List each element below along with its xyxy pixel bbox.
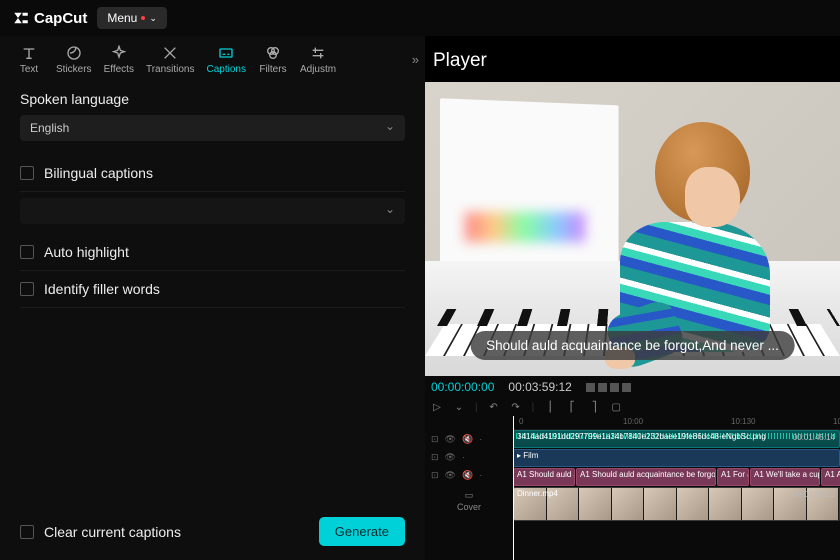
spoken-language-label: Spoken language: [20, 91, 405, 107]
titlebar: CapCut Menu ⌄: [0, 0, 840, 36]
app-logo: CapCut: [12, 9, 87, 27]
bilingual-option: Bilingual captions: [20, 155, 405, 192]
auto-highlight-option: Auto highlight: [20, 234, 405, 271]
delete-icon[interactable]: ▢: [610, 401, 622, 413]
track-headers: ⊡👁🔇· ⊡👁· ⊡👁🔇· ▭ Cover: [425, 416, 513, 560]
redo-icon[interactable]: ↷: [510, 401, 522, 413]
time-ruler[interactable]: 0 10:00 10:130 100:20: [513, 416, 840, 430]
filters-icon: [264, 44, 282, 62]
view-grid-icon[interactable]: [586, 383, 631, 392]
track-cover[interactable]: ▭ Cover: [425, 484, 513, 518]
filler-words-checkbox[interactable]: [20, 282, 34, 296]
tab-adjustment[interactable]: Adjustm: [294, 42, 342, 77]
time-current: 00:00:00:00: [431, 380, 494, 394]
track-caption-controls[interactable]: ⊡👁🔇·: [425, 466, 513, 484]
tabs-overflow-icon[interactable]: »: [412, 52, 419, 67]
caption-clip[interactable]: A1 Should auld acquai: [513, 468, 575, 486]
video-clip[interactable]: Dinner.mp4 00:03:59:12: [513, 487, 840, 521]
pointer-tool-icon[interactable]: ▷: [431, 401, 443, 413]
cover-icon: ▭: [465, 490, 474, 501]
tab-filters[interactable]: Filters: [252, 42, 294, 77]
clear-captions-checkbox[interactable]: [20, 525, 34, 539]
right-panel: Player Should auld acquai: [425, 36, 840, 560]
bilingual-language-select[interactable]: [20, 198, 405, 224]
track-audio-controls[interactable]: ⊡👁🔇·: [425, 430, 513, 448]
split-icon[interactable]: ⎮: [544, 401, 556, 413]
time-duration: 00:03:59:12: [508, 380, 571, 394]
adjustment-icon: [309, 44, 327, 62]
captions-icon: [217, 44, 235, 62]
captions-panel: Spoken language English Bilingual captio…: [0, 81, 425, 560]
bilingual-checkbox[interactable]: [20, 166, 34, 180]
timeline: 00:00:00:00 00:03:59:12 ▷ ⌄ | ↶ ↷ | ⎮ ⎡ …: [425, 376, 840, 560]
transitions-icon: [161, 44, 179, 62]
caption-clip[interactable]: A1 Should auld acquaintance be forgot,An…: [576, 468, 716, 486]
audio-track[interactable]: 3414ad4191dd297799e1a34b7840e232baee19fe…: [513, 430, 840, 448]
clear-captions-label: Clear current captions: [44, 524, 181, 540]
trim-left-icon[interactable]: ⎡: [566, 401, 578, 413]
effects-icon: [110, 44, 128, 62]
auto-highlight-label: Auto highlight: [44, 244, 129, 260]
tab-text[interactable]: Text: [8, 42, 50, 77]
timeline-tracks[interactable]: 0 10:00 10:130 100:20 3414ad4191dd297799…: [513, 416, 840, 560]
tab-stickers[interactable]: Stickers: [50, 42, 98, 77]
capcut-logo-icon: [12, 9, 30, 27]
filler-words-label: Identify filler words: [44, 281, 160, 297]
video-preview[interactable]: Should auld acquaintance be forgot,And n…: [425, 82, 840, 376]
menu-dot-icon: [141, 16, 145, 20]
caption-clip[interactable]: A1 And he: [821, 468, 840, 486]
bilingual-label: Bilingual captions: [44, 165, 153, 181]
preview-caption: Should auld acquaintance be forgot,And n…: [470, 331, 795, 360]
generate-button[interactable]: Generate: [319, 517, 405, 546]
left-panel: Text Stickers Effects Transitions Captio…: [0, 36, 425, 560]
video-track[interactable]: Dinner.mp4 00:03:59:12: [513, 487, 840, 521]
playhead[interactable]: [513, 416, 514, 560]
chevron-down-icon: ⌄: [149, 13, 157, 24]
eye-icon: 👁: [445, 434, 456, 445]
caption-clip[interactable]: A1 We'll take a cup of: [750, 468, 820, 486]
tool-tabs: Text Stickers Effects Transitions Captio…: [0, 36, 425, 81]
tab-transitions[interactable]: Transitions: [140, 42, 201, 77]
track-fx-controls[interactable]: ⊡👁·: [425, 448, 513, 466]
audio-clip[interactable]: 3414ad4191dd297799e1a34b7840e232baee19fe…: [513, 430, 840, 448]
auto-highlight-checkbox[interactable]: [20, 245, 34, 259]
menu-button[interactable]: Menu ⌄: [97, 7, 167, 29]
tab-captions[interactable]: Captions: [201, 42, 252, 77]
trim-right-icon[interactable]: ⎤: [588, 401, 600, 413]
filler-words-option: Identify filler words: [20, 271, 405, 308]
timeline-toolbar: ▷ ⌄ | ↶ ↷ | ⎮ ⎡ ⎤ ▢: [425, 398, 840, 416]
mute-icon: 🔇: [462, 434, 473, 445]
brand-name: CapCut: [34, 10, 87, 27]
chevron-down-icon[interactable]: ⌄: [453, 401, 465, 413]
lock-icon: ⊡: [431, 434, 439, 445]
caption-clip[interactable]: A1 For auld: [717, 468, 749, 486]
fx-track[interactable]: ▸ Film: [513, 449, 840, 467]
undo-icon[interactable]: ↶: [488, 401, 500, 413]
player-title: Player: [425, 36, 840, 82]
fx-clip[interactable]: ▸ Film: [513, 449, 840, 467]
stickers-icon: [65, 44, 83, 62]
caption-track[interactable]: A1 Should auld acquai A1 Should auld acq…: [513, 468, 840, 486]
language-select[interactable]: English: [20, 115, 405, 141]
text-icon: [20, 44, 38, 62]
tab-effects[interactable]: Effects: [98, 42, 140, 77]
